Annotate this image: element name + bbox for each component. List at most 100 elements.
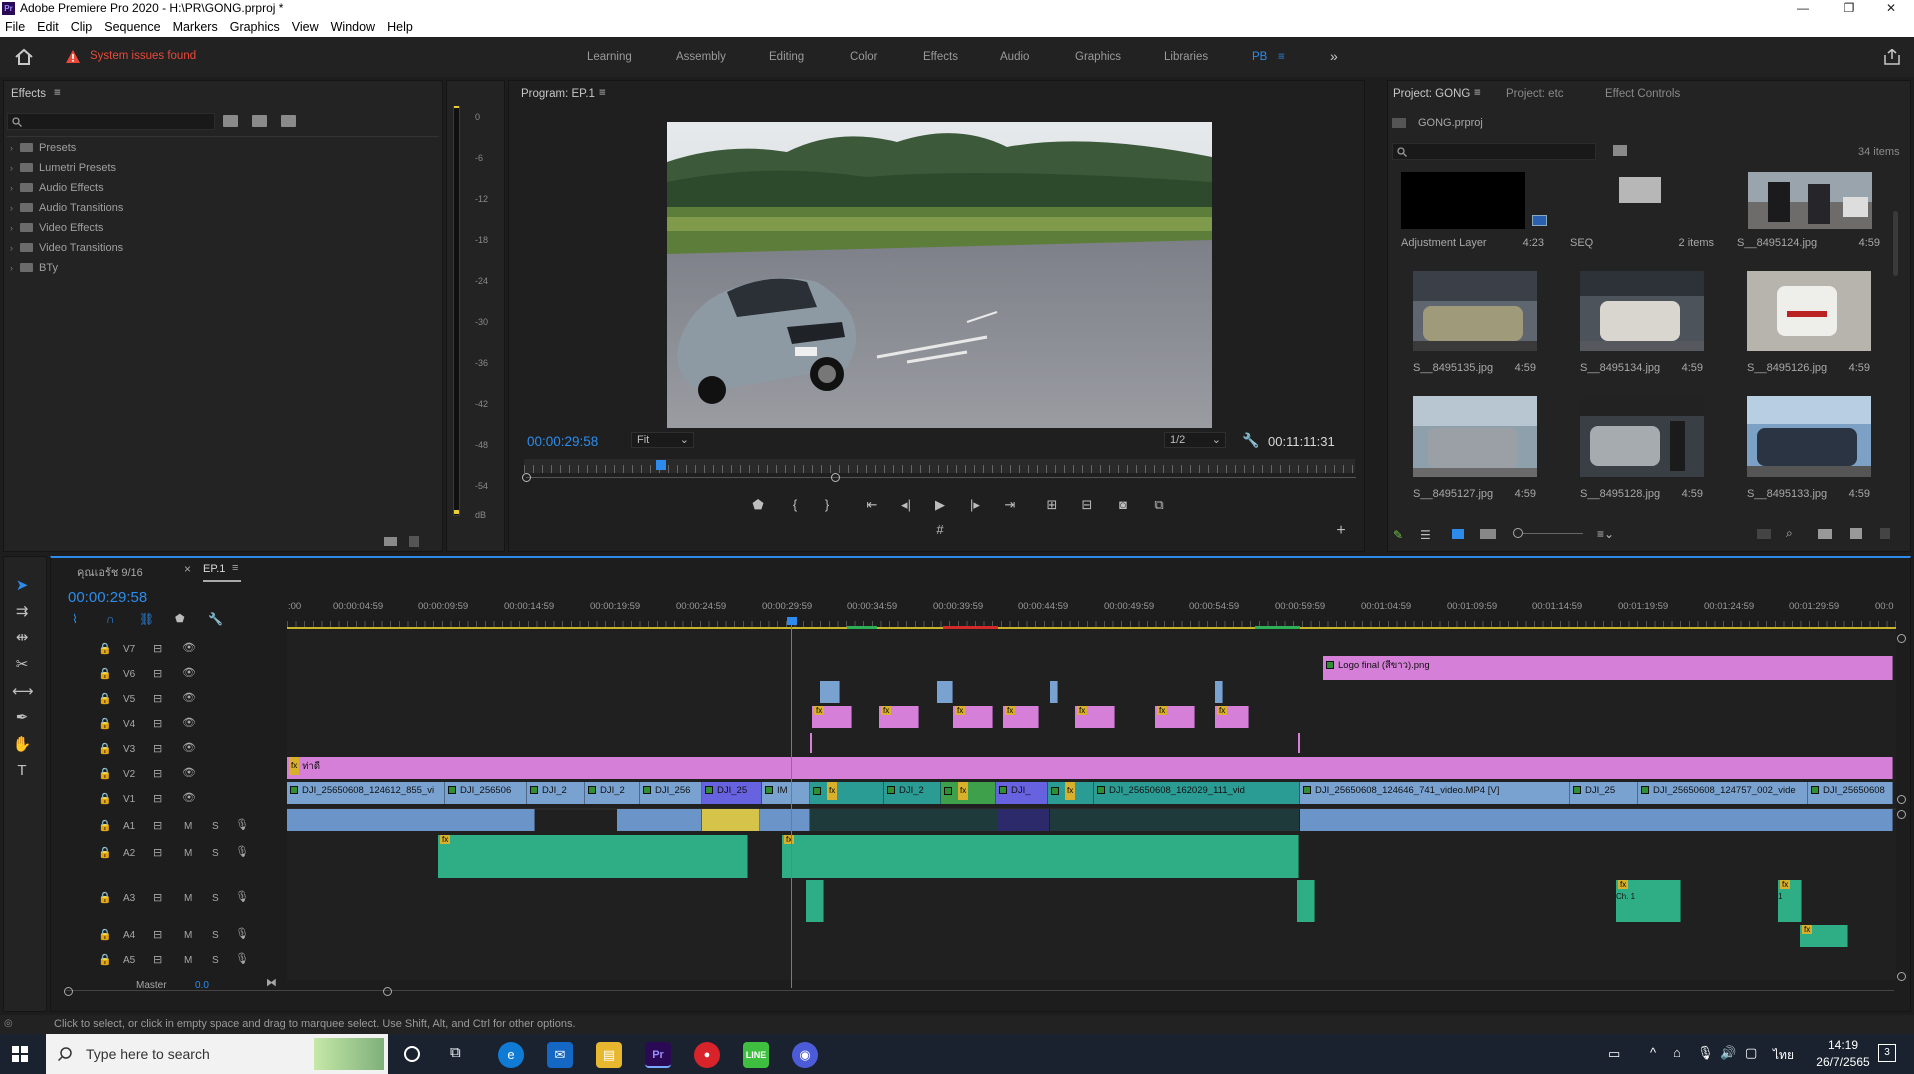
audio-clip-a1[interactable] bbox=[760, 809, 810, 831]
track-header-v1[interactable]: 🔒 V1 ⊟ 👁 bbox=[88, 786, 286, 811]
step-back-icon[interactable]: ◂| bbox=[896, 497, 916, 513]
app-red-icon[interactable]: ● bbox=[694, 1042, 720, 1068]
mute-button[interactable]: M bbox=[184, 930, 192, 941]
program-playhead-timecode[interactable]: 00:00:29:58 bbox=[527, 434, 598, 449]
audio-clip-a2[interactable]: fx bbox=[438, 835, 748, 878]
lock-icon[interactable]: 🔒 bbox=[98, 891, 112, 904]
taskbar-search-input[interactable]: Type here to search bbox=[46, 1034, 388, 1074]
sync-lock-icon[interactable]: ⊟ bbox=[153, 953, 162, 966]
safe-margins-icon[interactable]: # bbox=[930, 522, 950, 537]
clip-v1[interactable]: fx bbox=[1048, 782, 1094, 804]
track-header-a5[interactable]: 🔒 A5 ⊟ M S 🎙 bbox=[88, 947, 286, 972]
scroll-handle-left[interactable] bbox=[64, 987, 73, 996]
clip-v5[interactable] bbox=[937, 681, 953, 703]
windows-start-icon[interactable] bbox=[12, 1046, 28, 1062]
thumbnail-s8495124[interactable] bbox=[1748, 172, 1872, 229]
workspace-menu-icon[interactable]: ≡ bbox=[1278, 51, 1285, 63]
tree-item-video-effects[interactable]: › Video Effects bbox=[10, 220, 103, 236]
linked-selection-icon[interactable]: ⛓ bbox=[139, 612, 154, 626]
mute-button[interactable]: M bbox=[184, 893, 192, 904]
panel-menu-icon[interactable]: ≡ bbox=[1474, 87, 1481, 99]
ripple-edit-tool-icon[interactable]: ⇹ bbox=[12, 628, 32, 646]
audio-clip-a1[interactable] bbox=[702, 809, 760, 831]
menu-edit[interactable]: Edit bbox=[31, 18, 65, 37]
snap-icon[interactable]: ∩ bbox=[106, 612, 115, 626]
workspace-effects[interactable]: Effects bbox=[923, 51, 958, 63]
tab-sequence-1[interactable]: คุณเอรัช 9/16 bbox=[77, 563, 143, 581]
slip-tool-icon[interactable]: ⟷ bbox=[12, 682, 34, 700]
tab-effect-controls[interactable]: Effect Controls bbox=[1605, 88, 1680, 100]
lock-icon[interactable]: 🔒 bbox=[98, 742, 112, 755]
clip-v1[interactable]: DJI_256 bbox=[640, 782, 702, 804]
file-explorer-icon[interactable]: ▤ bbox=[596, 1042, 622, 1068]
yuv-effects-icon[interactable] bbox=[281, 115, 296, 127]
thumbnail-s8495135[interactable] bbox=[1413, 271, 1537, 351]
lock-icon[interactable]: 🔒 bbox=[98, 667, 112, 680]
workspace-libraries[interactable]: Libraries bbox=[1164, 51, 1208, 63]
audio-clip-a1[interactable] bbox=[998, 809, 1050, 831]
compare-view-icon[interactable]: ⧉ bbox=[1149, 497, 1169, 513]
audio-clip-a4[interactable]: fx bbox=[1800, 925, 1848, 947]
zoom-slider-handle[interactable] bbox=[1513, 528, 1523, 538]
meet-now-icon[interactable]: ▭ bbox=[1608, 1046, 1620, 1062]
clip-v5[interactable] bbox=[820, 681, 840, 703]
display-icon[interactable]: ▢ bbox=[1745, 1045, 1757, 1061]
clock-date[interactable]: 26/7/2565 bbox=[1808, 1055, 1878, 1069]
close-button[interactable]: ✕ bbox=[1868, 0, 1914, 18]
extract-icon[interactable]: ⊟ bbox=[1077, 497, 1097, 513]
clip-v4[interactable]: fx bbox=[812, 706, 852, 728]
mute-button[interactable]: M bbox=[184, 821, 192, 832]
track-header-a3[interactable]: 🔒 A3 ⊟ M S 🎙 bbox=[88, 885, 286, 910]
clip-v4[interactable]: fx bbox=[879, 706, 919, 728]
new-bin-icon[interactable] bbox=[1818, 529, 1832, 539]
lock-icon[interactable]: 🔒 bbox=[98, 767, 112, 780]
menu-view[interactable]: View bbox=[286, 18, 325, 37]
zoom-handle-left[interactable] bbox=[522, 473, 531, 482]
thumbnail-s8495126[interactable] bbox=[1747, 271, 1871, 351]
track-header-a4[interactable]: 🔒 A4 ⊟ M S 🎙 bbox=[88, 922, 286, 947]
share-icon[interactable] bbox=[1884, 49, 1900, 65]
menu-help[interactable]: Help bbox=[381, 18, 419, 37]
clip-v1[interactable]: DJI_256506 bbox=[445, 782, 527, 804]
project-search-input[interactable] bbox=[1392, 143, 1596, 160]
cortana-icon[interactable] bbox=[404, 1046, 420, 1062]
lock-icon[interactable]: 🔒 bbox=[98, 792, 112, 805]
mic-icon[interactable]: 🎙 bbox=[235, 952, 249, 965]
eye-icon[interactable]: 👁 bbox=[182, 791, 196, 804]
v-scroll-mid[interactable] bbox=[1897, 795, 1906, 804]
trash-icon[interactable] bbox=[1880, 528, 1890, 539]
tree-item-audio-effects[interactable]: › Audio Effects bbox=[10, 180, 104, 196]
thumbnail-adjustment-layer[interactable] bbox=[1401, 172, 1525, 229]
mic-icon[interactable]: 🎙 bbox=[235, 927, 249, 940]
icon-view-icon[interactable] bbox=[1452, 529, 1464, 539]
audio-clip-a1[interactable] bbox=[810, 809, 1300, 831]
step-forward-icon[interactable]: |▸ bbox=[965, 497, 985, 513]
clip-v1[interactable]: IM bbox=[762, 782, 810, 804]
clip-v1[interactable]: fx bbox=[810, 782, 884, 804]
freeform-view-icon[interactable] bbox=[1480, 529, 1496, 539]
panel-menu-icon[interactable]: ≡ bbox=[232, 562, 238, 574]
track-select-tool-icon[interactable]: ⇉ bbox=[12, 602, 32, 620]
tab-ep1[interactable]: EP.1 bbox=[203, 563, 225, 575]
clip-v5[interactable] bbox=[1050, 681, 1058, 703]
pen-tool-icon[interactable]: ✒ bbox=[12, 708, 32, 726]
line-app-icon[interactable]: LINE bbox=[743, 1042, 769, 1068]
eye-icon[interactable]: 👁 bbox=[182, 641, 196, 654]
fit-dropdown[interactable]: Fit ⌄ bbox=[631, 432, 694, 448]
project-scrollbar[interactable] bbox=[1893, 211, 1898, 276]
workspace-color[interactable]: Color bbox=[850, 51, 877, 63]
track-header-v3[interactable]: 🔒 V3 ⊟ 👁 bbox=[88, 736, 286, 761]
program-playhead[interactable] bbox=[656, 460, 666, 470]
go-to-out-icon[interactable]: ⇥ bbox=[1000, 497, 1020, 513]
eye-icon[interactable]: 👁 bbox=[182, 691, 196, 704]
lock-icon[interactable]: 🔒 bbox=[98, 717, 112, 730]
zoom-handle-right[interactable] bbox=[831, 473, 840, 482]
network-icon[interactable]: ⌂ bbox=[1673, 1045, 1681, 1060]
task-view-icon[interactable]: ⧉ bbox=[450, 1044, 461, 1061]
clip-v1[interactable]: DJI_25650608_124646_741_video.MP4 [V] bbox=[1300, 782, 1570, 804]
panel-menu-icon[interactable]: ≡ bbox=[599, 87, 606, 99]
audio-clip-a1[interactable] bbox=[1300, 809, 1893, 831]
sync-lock-icon[interactable]: ⊟ bbox=[153, 819, 162, 832]
eye-icon[interactable]: 👁 bbox=[182, 666, 196, 679]
thumbnail-s8495127[interactable] bbox=[1413, 396, 1537, 477]
